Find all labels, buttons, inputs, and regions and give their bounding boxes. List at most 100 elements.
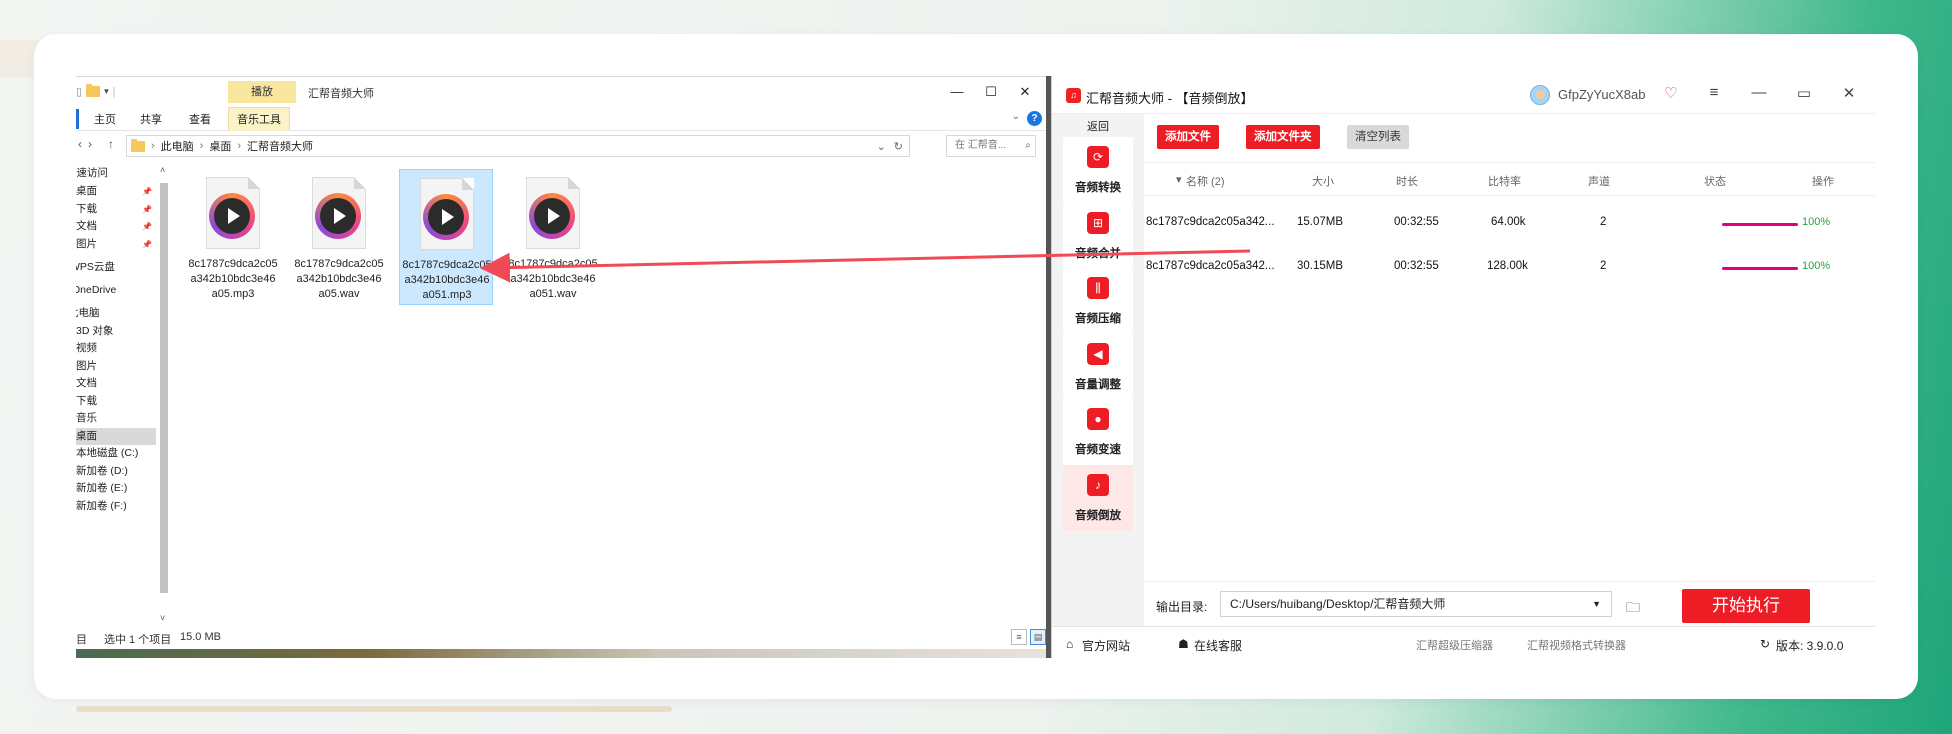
table-row[interactable]: 8c1787c9dca2c05a342... 30.15MB 00:32:55 …: [1144, 246, 1875, 290]
nav-item[interactable]: 文档: [76, 375, 156, 392]
nav-item[interactable]: WPS云盘: [76, 259, 156, 276]
speed-icon: ●: [1087, 408, 1109, 430]
scroll-thumb[interactable]: [160, 183, 168, 593]
maximize-button[interactable]: ☐: [974, 81, 1008, 103]
file-name: 8c1787c9dca2c05a342b10bdc3e46a05.wav: [294, 258, 384, 300]
tab-home[interactable]: 主页: [94, 111, 116, 127]
refresh-icon[interactable]: ↻: [1760, 637, 1770, 651]
address-bar[interactable]: › 此电脑 › 桌面 › 汇帮音频大师 ⌄ ↻: [126, 135, 910, 157]
context-tab-play[interactable]: 播放: [228, 81, 296, 103]
column-bitrate[interactable]: 比特率: [1488, 173, 1521, 189]
sidebar-item-speed[interactable]: ● 音频变速: [1063, 399, 1133, 465]
nav-scrollbar[interactable]: ˄ ˅: [158, 165, 170, 623]
audio-convert-icon: ⟳: [1087, 146, 1109, 168]
chevron-down-icon[interactable]: ⌄: [877, 140, 886, 153]
ribbon-tabs: 主页 共享 查看 音乐工具 ⌄ ?: [76, 107, 1048, 131]
sidebar-item-volume[interactable]: ◀ 音量调整: [1063, 334, 1133, 400]
nav-item[interactable]: 新加卷 (D:): [76, 463, 156, 480]
nav-item[interactable]: 快速访问: [76, 165, 156, 182]
help-icon[interactable]: ?: [1027, 111, 1042, 126]
doc-icon[interactable]: ▯: [76, 85, 82, 98]
nav-item[interactable]: 下载: [76, 393, 156, 410]
nav-item[interactable]: 视频: [76, 340, 156, 357]
nav-item[interactable]: 新加卷 (F:): [76, 498, 156, 515]
maximize-button[interactable]: ▭: [1793, 84, 1815, 102]
close-button[interactable]: ✕: [1008, 81, 1042, 103]
file-item-selected[interactable]: 8c1787c9dca2c05a342b10bdc3e46a051.mp3: [399, 169, 493, 305]
nav-item[interactable]: 音乐: [76, 410, 156, 427]
breadcrumb-item[interactable]: 桌面: [209, 138, 231, 154]
nav-item[interactable]: 图片 📌: [76, 236, 156, 253]
large-icons-view-icon[interactable]: ▤: [1030, 629, 1046, 645]
back-button[interactable]: 返回: [1052, 118, 1144, 134]
file-item[interactable]: 8c1787c9dca2c05a342b10bdc3e46a051.wav: [506, 169, 600, 305]
back-arrow-icon[interactable]: ‹: [78, 137, 82, 151]
breadcrumb-item[interactable]: 汇帮音频大师: [247, 138, 313, 154]
sidebar-item-audio-convert[interactable]: ⟳ 音频转换: [1063, 137, 1133, 203]
scroll-down-icon[interactable]: ˅: [160, 613, 165, 623]
ribbon-expand-icon[interactable]: ⌄: [1012, 111, 1020, 122]
tab-music-tools[interactable]: 音乐工具: [228, 107, 290, 131]
converter-link[interactable]: 汇帮视频格式转换器: [1527, 637, 1626, 653]
minimize-button[interactable]: —: [1748, 84, 1770, 101]
add-folder-button[interactable]: 添加文件夹: [1246, 125, 1320, 149]
search-input[interactable]: 在 汇帮音... ⌕: [946, 135, 1036, 157]
nav-item[interactable]: 下载 📌: [76, 201, 156, 218]
home-icon[interactable]: ⌂: [1066, 637, 1073, 651]
output-label: 输出目录:: [1156, 600, 1208, 614]
clear-list-button[interactable]: 清空列表: [1347, 125, 1409, 149]
column-channels[interactable]: 声道: [1588, 173, 1610, 189]
sidebar-item-audio-compress[interactable]: ⫼ 音频压缩: [1063, 268, 1133, 334]
column-size[interactable]: 大小: [1312, 173, 1334, 189]
tab-view[interactable]: 查看: [189, 111, 211, 127]
nav-item[interactable]: 本地磁盘 (C:): [76, 445, 156, 462]
minimize-button[interactable]: —: [940, 81, 974, 103]
scroll-up-icon[interactable]: ˄: [160, 165, 165, 175]
details-view-icon[interactable]: ≡: [1011, 629, 1027, 645]
official-site-link[interactable]: 官方网站: [1082, 637, 1130, 654]
sidebar-item-audio-merge[interactable]: ⊞ 音频合并: [1063, 203, 1133, 269]
breadcrumb-item[interactable]: 此电脑: [161, 138, 194, 154]
up-arrow-icon[interactable]: ↑: [108, 137, 114, 151]
online-service-link[interactable]: 在线客服: [1194, 637, 1242, 654]
nav-item[interactable]: 桌面 📌: [76, 183, 156, 200]
function-sidebar: 返回 ⟳ 音频转换 ⊞ 音频合并 ⫼ 音频压缩 ◀ 音量调整 ● 音频变速 ♪ …: [1052, 114, 1144, 626]
sort-caret-icon[interactable]: ▾: [1176, 173, 1182, 186]
column-duration[interactable]: 时长: [1396, 173, 1418, 189]
menu-icon[interactable]: ≡: [1703, 84, 1725, 101]
avatar[interactable]: [1530, 85, 1550, 105]
column-name[interactable]: 名称 (2): [1186, 173, 1225, 189]
row-duration: 00:32:55: [1394, 216, 1439, 228]
quick-access-toolbar: ▯ ▾ |: [76, 84, 115, 98]
folder-icon[interactable]: [86, 84, 101, 97]
refresh-icon[interactable]: ↻: [894, 140, 903, 153]
output-directory-select[interactable]: C:/Users/huibang/Desktop/汇帮音频大师 ▼: [1220, 591, 1612, 617]
open-folder-icon[interactable]: 🗀: [1626, 597, 1640, 621]
vip-heart-icon[interactable]: ♡: [1664, 84, 1677, 102]
tab-share[interactable]: 共享: [140, 111, 162, 127]
table-row[interactable]: 8c1787c9dca2c05a342... 15.07MB 00:32:55 …: [1144, 202, 1875, 246]
nav-item[interactable]: 新加卷 (E:): [76, 480, 156, 497]
service-icon[interactable]: ☗: [1178, 637, 1189, 651]
status-bar: 目 选中 1 个项目 15.0 MB ≡ ▤: [76, 627, 1048, 649]
nav-item-selected[interactable]: 桌面: [76, 428, 156, 445]
address-bar-row: ‹ › ↑ › 此电脑 › 桌面 › 汇帮音频大师 ⌄ ↻ 在 汇帮音... ⌕: [76, 133, 1048, 159]
nav-item[interactable]: 此电脑: [76, 305, 156, 322]
nav-item[interactable]: 3D 对象: [76, 323, 156, 340]
sidebar-item-reverse[interactable]: ♪ 音频倒放: [1063, 465, 1133, 531]
nav-item[interactable]: 图片: [76, 358, 156, 375]
app-titlebar: ♫ 汇帮音频大师 - 【音频倒放】 GfpZyYucX8ab ♡ ≡ — ▭ ✕: [1052, 76, 1875, 114]
nav-item[interactable]: 文档 📌: [76, 218, 156, 235]
close-button[interactable]: ✕: [1838, 84, 1860, 102]
dropdown-icon[interactable]: ›: [88, 137, 92, 151]
add-file-button[interactable]: 添加文件: [1157, 125, 1219, 149]
qat-dropdown-icon[interactable]: ▾: [104, 86, 109, 97]
file-item[interactable]: 8c1787c9dca2c05a342b10bdc3e46a05.mp3: [186, 169, 280, 305]
start-button[interactable]: 开始执行: [1682, 589, 1810, 623]
nav-item[interactable]: OneDrive: [76, 282, 156, 299]
file-item[interactable]: 8c1787c9dca2c05a342b10bdc3e46a05.wav: [292, 169, 386, 305]
compressor-link[interactable]: 汇帮超级压缩器: [1416, 637, 1493, 653]
pin-icon: 📌: [142, 222, 152, 231]
column-status[interactable]: 状态: [1704, 173, 1726, 189]
username[interactable]: GfpZyYucX8ab: [1558, 87, 1645, 102]
